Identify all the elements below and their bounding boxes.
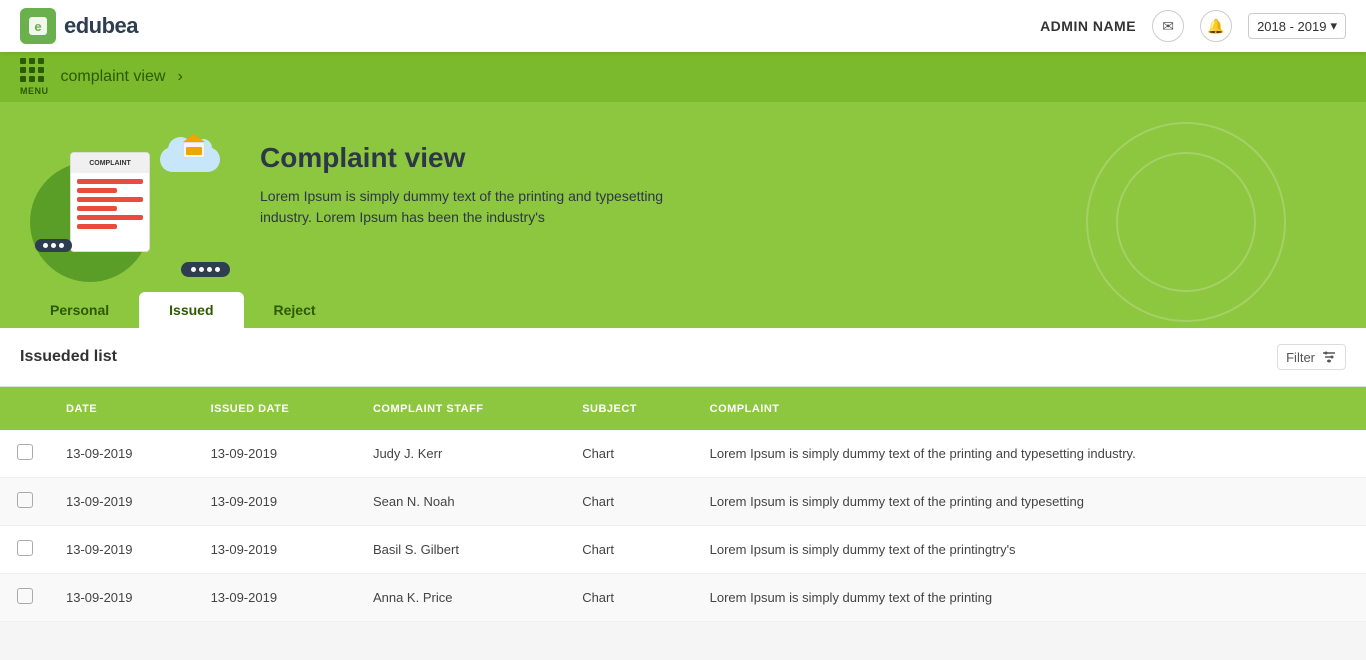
col-complaint-staff[interactable]: COMPLAINT STAFF bbox=[357, 387, 566, 430]
row-complaint-staff: Anna K. Price bbox=[357, 574, 566, 622]
breadcrumb-bar: MENU complaint view › bbox=[0, 52, 1366, 102]
hero-illustration: COMPLAINT bbox=[20, 132, 240, 292]
row-date: 13-09-2019 bbox=[50, 478, 195, 526]
breadcrumb-path: complaint view bbox=[61, 68, 166, 86]
table-row: 13-09-2019 13-09-2019 Sean N. Noah Chart… bbox=[0, 478, 1366, 526]
hero-description: Lorem Ipsum is simply dummy text of the … bbox=[260, 186, 710, 228]
row-subject: Chart bbox=[566, 526, 693, 574]
row-checkbox-cell[interactable] bbox=[0, 478, 50, 526]
year-label: 2018 - 2019 bbox=[1257, 19, 1326, 34]
filter-icon bbox=[1321, 349, 1337, 365]
table-header-row: Issueded list Filter bbox=[0, 328, 1366, 387]
row-complaint: Lorem Ipsum is simply dummy text of the … bbox=[694, 574, 1366, 622]
filter-label: Filter bbox=[1286, 350, 1315, 365]
table-row: 13-09-2019 13-09-2019 Anna K. Price Char… bbox=[0, 574, 1366, 622]
row-issued-date: 13-09-2019 bbox=[195, 526, 357, 574]
row-issued-date: 13-09-2019 bbox=[195, 574, 357, 622]
admin-name: ADMIN NAME bbox=[1040, 18, 1136, 34]
row-complaint: Lorem Ipsum is simply dummy text of the … bbox=[694, 430, 1366, 478]
envelope-icon bbox=[183, 142, 205, 158]
logo-icon: e bbox=[20, 8, 56, 44]
message-icon[interactable]: ✉ bbox=[1152, 10, 1184, 42]
table-section: Issueded list Filter DATE ISSUED DATE CO… bbox=[0, 328, 1366, 622]
table-row: 13-09-2019 13-09-2019 Judy J. Kerr Chart… bbox=[0, 430, 1366, 478]
row-complaint: Lorem Ipsum is simply dummy text of the … bbox=[694, 478, 1366, 526]
col-subject[interactable]: SUBJECT bbox=[566, 387, 693, 430]
col-complaint[interactable]: COMPLAINT bbox=[694, 387, 1366, 430]
menu-label: MENU bbox=[20, 86, 49, 96]
navbar: e edubea ADMIN NAME ✉ 🔔 2018 - 2019 ▾ bbox=[0, 0, 1366, 52]
hero-decoration bbox=[1086, 122, 1286, 322]
row-issued-date: 13-09-2019 bbox=[195, 430, 357, 478]
row-complaint-staff: Basil S. Gilbert bbox=[357, 526, 566, 574]
breadcrumb-arrow: › bbox=[177, 68, 182, 86]
row-subject: Chart bbox=[566, 478, 693, 526]
table-body: 13-09-2019 13-09-2019 Judy J. Kerr Chart… bbox=[0, 430, 1366, 622]
notification-icon[interactable]: 🔔 bbox=[1200, 10, 1232, 42]
table-title: Issueded list bbox=[20, 348, 117, 366]
col-date[interactable]: DATE bbox=[50, 387, 195, 430]
table-row: 13-09-2019 13-09-2019 Basil S. Gilbert C… bbox=[0, 526, 1366, 574]
row-complaint-staff: Sean N. Noah bbox=[357, 478, 566, 526]
year-selector[interactable]: 2018 - 2019 ▾ bbox=[1248, 13, 1346, 39]
menu-button[interactable]: MENU bbox=[20, 58, 49, 96]
row-date: 13-09-2019 bbox=[50, 574, 195, 622]
complaint-paper: COMPLAINT bbox=[70, 152, 150, 252]
row-checkbox-cell[interactable] bbox=[0, 430, 50, 478]
table-column-headers: DATE ISSUED DATE COMPLAINT STAFF SUBJECT… bbox=[0, 387, 1366, 430]
row-complaint: Lorem Ipsum is simply dummy text of the … bbox=[694, 526, 1366, 574]
row-date: 13-09-2019 bbox=[50, 430, 195, 478]
col-select bbox=[0, 387, 50, 430]
paper-header: COMPLAINT bbox=[71, 153, 149, 173]
chevron-down-icon: ▾ bbox=[1330, 18, 1337, 34]
tab-reject[interactable]: Reject bbox=[244, 292, 346, 328]
svg-text:e: e bbox=[34, 19, 41, 34]
row-subject: Chart bbox=[566, 574, 693, 622]
filter-button[interactable]: Filter bbox=[1277, 344, 1346, 370]
col-issued-date[interactable]: ISSUED DATE bbox=[195, 387, 357, 430]
tab-issued[interactable]: Issued bbox=[139, 292, 243, 328]
row-complaint-staff: Judy J. Kerr bbox=[357, 430, 566, 478]
row-date: 13-09-2019 bbox=[50, 526, 195, 574]
speech-bubble-1 bbox=[35, 239, 72, 252]
tab-personal[interactable]: Personal bbox=[20, 292, 139, 328]
row-subject: Chart bbox=[566, 430, 693, 478]
logo-text: edubea bbox=[64, 13, 138, 39]
speech-bubble-2 bbox=[181, 262, 230, 277]
hero-section: COMPLAINT bbox=[0, 102, 1366, 328]
issued-table: DATE ISSUED DATE COMPLAINT STAFF SUBJECT… bbox=[0, 387, 1366, 622]
row-issued-date: 13-09-2019 bbox=[195, 478, 357, 526]
row-checkbox-cell[interactable] bbox=[0, 574, 50, 622]
logo[interactable]: e edubea bbox=[20, 8, 138, 44]
row-checkbox-cell[interactable] bbox=[0, 526, 50, 574]
navbar-right: ADMIN NAME ✉ 🔔 2018 - 2019 ▾ bbox=[1040, 10, 1346, 42]
